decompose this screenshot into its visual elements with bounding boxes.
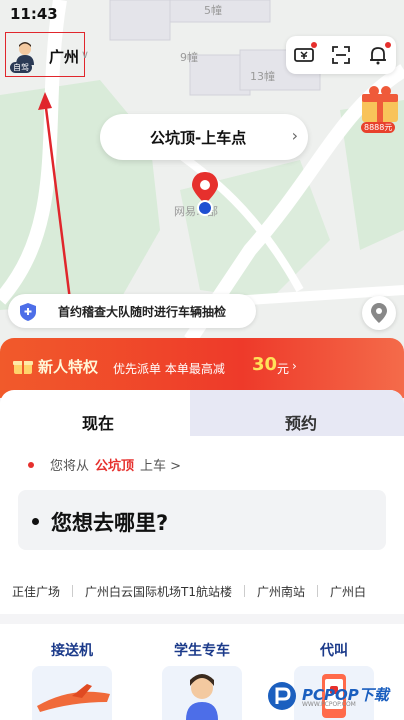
destination-dot (32, 518, 39, 525)
floating-promo[interactable]: 8888元 (356, 84, 404, 136)
airplane-icon (32, 666, 112, 720)
quick-destination-item[interactable]: 广州白 (318, 583, 378, 600)
pcpop-logo-icon (268, 682, 296, 710)
bell-icon[interactable] (367, 42, 391, 66)
destination-placeholder: 您想去哪里? (51, 511, 169, 535)
pickup-place: 公坑顶 (95, 459, 135, 474)
status-time: 11:43 (10, 5, 58, 23)
promo-amount: 8888元 (361, 122, 396, 133)
chevron-down-icon: ∨ (81, 48, 90, 61)
quick-destination-item[interactable]: 广州白云国际机场T1航站楼 (73, 583, 244, 600)
new-user-banner[interactable]: 新人特权 优先派单 本单最高减 30 元 › (0, 338, 404, 398)
pickup-row[interactable]: 您将从 公坑顶 上车 > (28, 455, 181, 474)
banner-unit: 元 (277, 362, 290, 376)
pickup-point-bubble[interactable]: 公坑顶-上车点 › (100, 114, 308, 160)
avatar-badge: 自驾 (10, 62, 32, 73)
quick-destinations: 正佳广场 广州白云国际机场T1航站楼 广州南站 广州白 (0, 580, 404, 602)
watermark-sub: WWW.PCPOP.COM (302, 701, 356, 708)
tab-reserve[interactable]: 预约 (285, 410, 317, 434)
city-selector[interactable]: 自驾 广州 ∨ (5, 32, 89, 77)
safety-notice[interactable]: 首约稽查大队随时进行车辆抽检 (8, 294, 256, 328)
map-label: 13幢 (250, 70, 275, 83)
locate-button[interactable] (362, 296, 396, 330)
banner-subtitle: 优先派单 本单最高减 (113, 362, 225, 376)
service-student-car[interactable]: 学生专车 (154, 626, 250, 720)
map-label: 5幢 (204, 4, 222, 17)
service-label: 学生专车 (174, 643, 230, 659)
destination-input[interactable]: 您想去哪里? (18, 490, 386, 550)
watermark-logo: PCPOP下载 WWW.PCPOP.COM (266, 678, 396, 714)
banner-title: 新人特权 (38, 358, 99, 376)
tab-now[interactable]: 现在 (82, 410, 114, 434)
location-marker-icon (371, 303, 387, 323)
location-pin-icon (192, 172, 218, 216)
gift-icon (13, 361, 33, 374)
shield-icon (20, 303, 36, 321)
chevron-right-icon: › (291, 126, 298, 145)
scan-icon[interactable] (330, 44, 352, 66)
chevron-right-icon: › (292, 359, 297, 373)
pickup-dot (28, 461, 34, 468)
coupon-icon[interactable] (293, 42, 318, 66)
notification-dot (311, 42, 318, 48)
quick-destination-item[interactable]: 广州南站 (245, 583, 317, 600)
pickup-prefix: 您将从 (50, 459, 90, 474)
pickup-suffix: 上车 > (140, 459, 182, 474)
notification-dot (384, 42, 391, 48)
pickup-label: 公坑顶-上车点 (150, 129, 247, 147)
quick-destination-item[interactable]: 正佳广场 (0, 583, 72, 600)
map-label: 9幢 (180, 51, 198, 64)
section-divider (0, 614, 404, 624)
banner-amount: 30 (252, 354, 278, 375)
service-airport-transfer[interactable]: 接送机 (24, 626, 120, 720)
order-panel: 现在 预约 您将从 公坑顶 上车 > 您想去哪里? 正佳广场 广州白云国际机场T… (0, 390, 404, 720)
top-toolbar (286, 36, 396, 74)
city-name: 广州 (49, 48, 80, 66)
service-label: 代叫 (320, 643, 348, 659)
gift-box-icon (362, 86, 398, 122)
service-label: 接送机 (51, 643, 93, 659)
student-icon (162, 666, 242, 720)
notice-text: 首约稽查大队随时进行车辆抽检 (58, 305, 227, 319)
